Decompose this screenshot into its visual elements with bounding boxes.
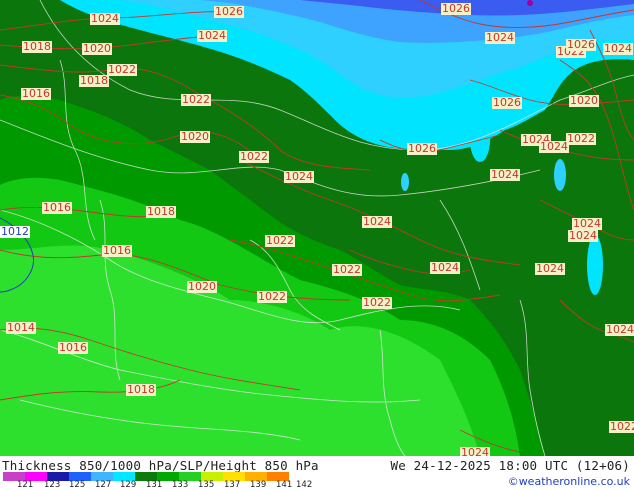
isobar-label: 1026 [566,38,596,51]
isobar-label: 1024 [284,170,314,183]
isobar-label: 1022 [566,132,596,145]
isobar-label: 1018 [79,74,109,87]
isobar-label: 1018 [146,205,176,218]
isobar-label: 1022 [257,290,287,303]
isobar-label: 1020 [82,42,112,55]
isobar-label: 1016 [42,201,72,214]
isobar-label: 1026 [214,5,244,18]
colorbar-ticks: 121 123 125 127 129 131 133 135 137 139 … [0,481,320,490]
isobar-label: 1016 [58,341,88,354]
colorbar-tick: 125 [69,480,86,490]
isobar-label: 1016 [21,87,51,100]
isobar-label: 1020 [569,94,599,107]
weather-map [0,0,634,456]
isobar-label: 1022 [362,296,392,309]
colorbar-tick: 133 [172,480,189,490]
colorbar-tick: 141 [276,480,293,490]
isobar-label: 1024 [485,31,515,44]
isobar-label: 1024 [362,215,392,228]
isobar-label: 1024 [605,323,634,336]
product-title: Thickness 850/1000 hPa/SLP/Height 850 hP… [2,458,319,473]
marker [527,0,533,6]
isobar-label: 1024 [568,229,598,242]
colorbar-tick: 139 [250,480,267,490]
lake [554,159,566,191]
isobar-label: 1014 [6,321,36,334]
isobar-label: 1020 [187,280,217,293]
isobar-label: 1026 [492,96,522,109]
isobar-label: 1022 [239,150,269,163]
credit-link[interactable]: ©weatheronline.co.uk [508,475,630,488]
colorbar-tick: 127 [95,480,112,490]
isobar-label: 1024 [535,262,565,275]
colorbar-tick: 121 [17,480,34,490]
isobar-label: 1022 [107,63,137,76]
isobar-label: 1022 [332,263,362,276]
colorbar-tick: 123 [44,480,61,490]
isobar-label: 1026 [441,2,471,15]
lake [401,173,409,191]
isobar-label: 1016 [102,244,132,257]
colorbar-tick: 142 [296,480,313,490]
isobar-label: 1026 [407,142,437,155]
isobar-label: 1024 [90,12,120,25]
isobar-label: 1018 [22,40,52,53]
isobar-label: 1022 [181,93,211,106]
isobar-label: 1024 [603,42,633,55]
isobar-label: 1022 [609,421,634,433]
colorbar-tick: 137 [224,480,241,490]
isobar-label: 1022 [265,234,295,247]
valid-time: We 24-12-2025 18:00 UTC (12+06) [390,458,630,473]
isobar-label: 1024 [197,29,227,42]
isobar-label: 1024 [490,168,520,181]
colorbar-tick: 135 [198,480,215,490]
isobar-label-low: 1012 [0,225,30,238]
isobar-label: 1018 [126,383,156,396]
isobar-label: 1024 [430,261,460,274]
lake [587,235,603,295]
colorbar-tick: 131 [146,480,163,490]
isobar-label: 1020 [180,130,210,143]
isobar-label: 1024 [539,140,569,153]
colorbar-tick: 129 [120,480,137,490]
